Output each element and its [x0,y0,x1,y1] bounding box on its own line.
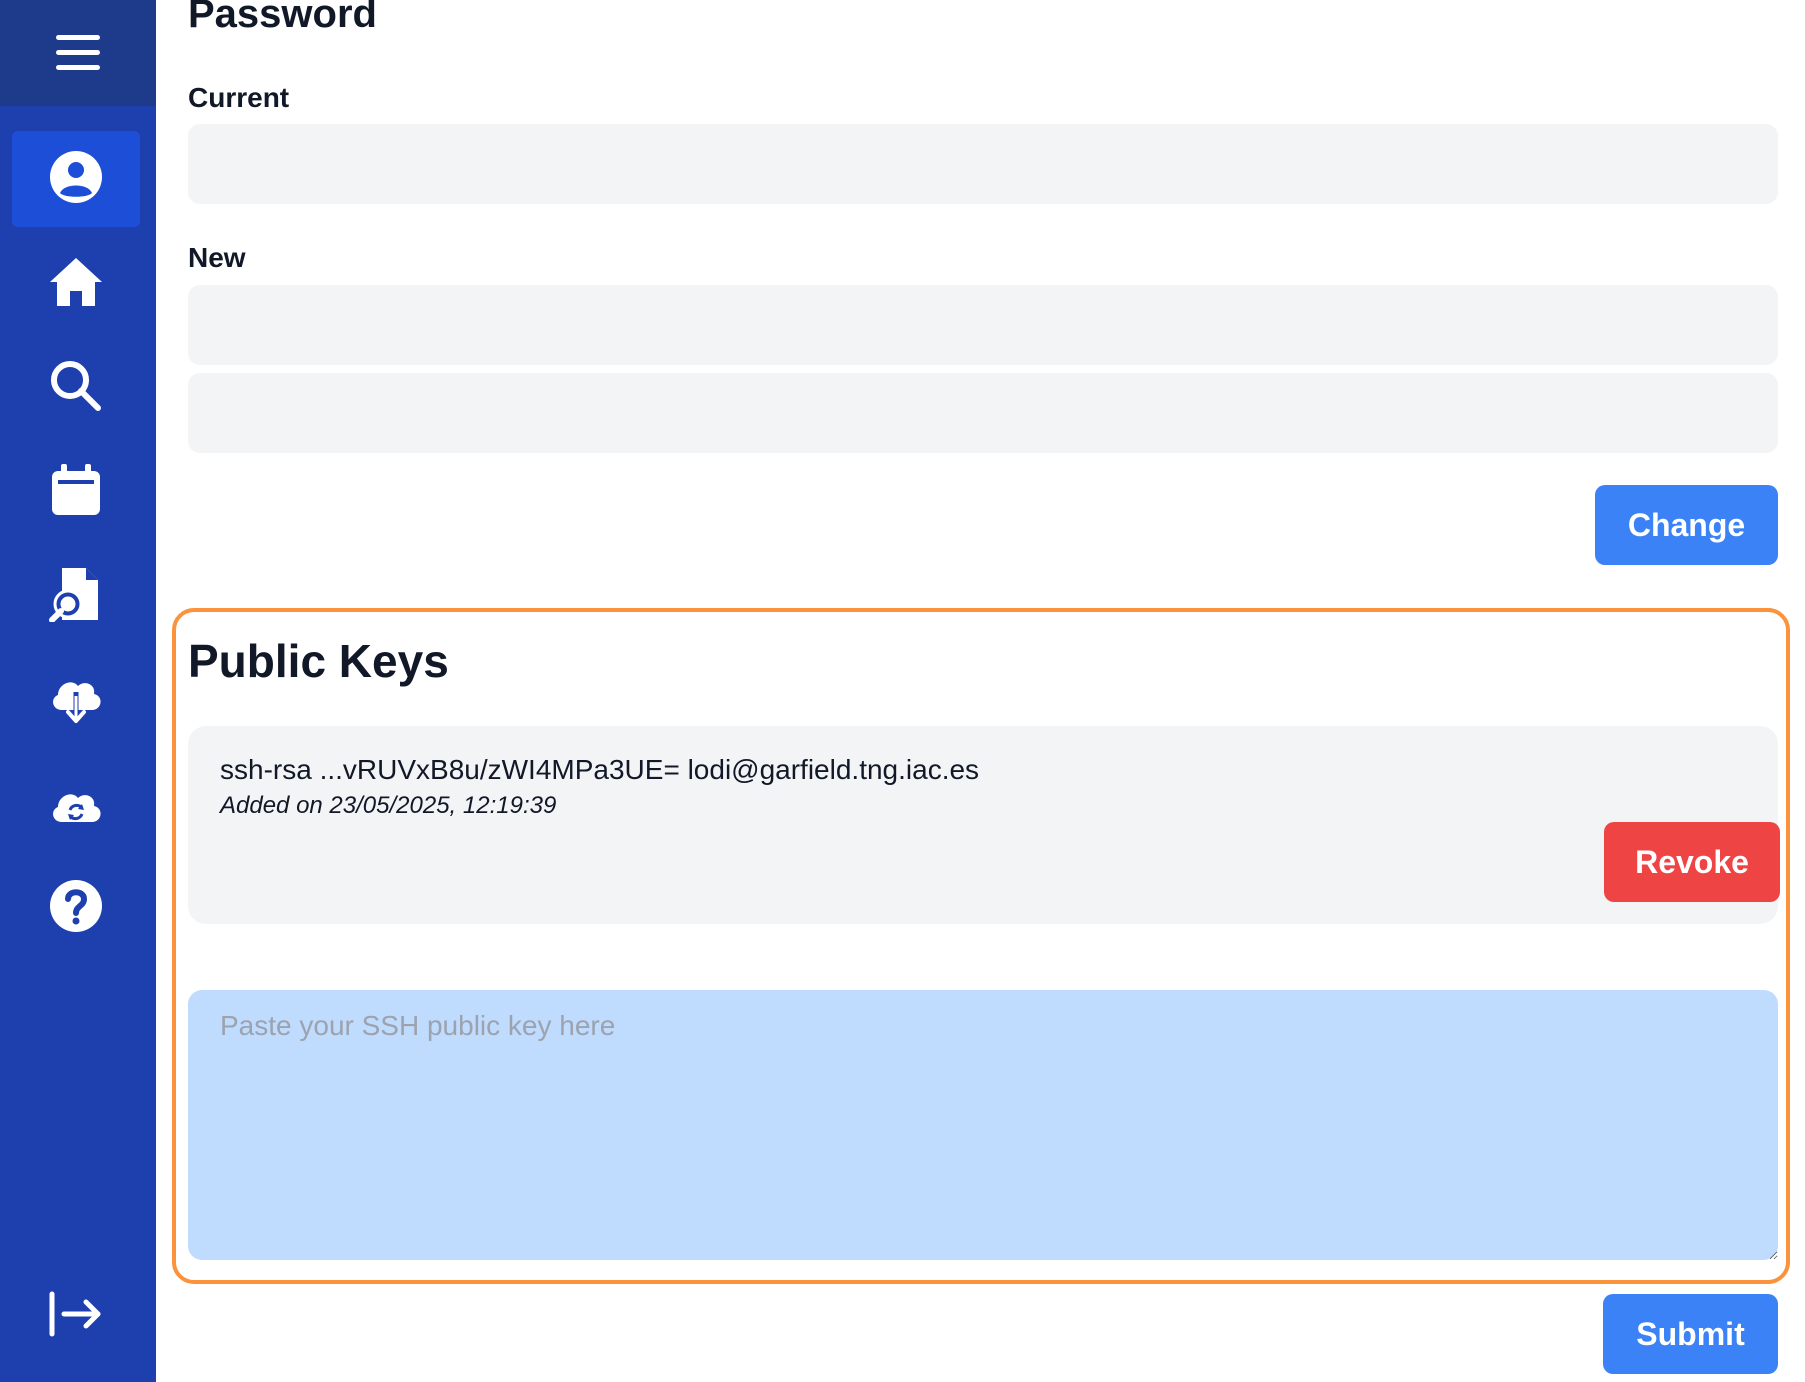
cloud-sync-icon [48,774,104,835]
public-key-value: ssh-rsa ...vRUVxB8u/zWI4MPa3UE= lodi@gar… [220,754,980,785]
search-icon [48,358,104,419]
sidebar-header [0,0,156,106]
sidebar-item-calendar[interactable] [12,444,140,540]
logout-button[interactable] [12,1268,140,1364]
sidebar-item-help[interactable] [12,860,140,956]
public-key-added-date: Added on 23/05/2025, 12:19:39 [220,792,557,819]
revoke-key-button[interactable]: Revoke [1604,822,1780,902]
main-content: Password Current New Change Public Keys … [156,0,1805,1382]
ssh-key-textarea[interactable] [188,990,1778,1260]
current-password-input[interactable] [188,124,1778,204]
public-key-card: ssh-rsa ...vRUVxB8u/zWI4MPa3UE= lodi@gar… [188,726,1780,924]
current-password-label: Current [188,82,290,113]
new-password-label: New [188,242,246,273]
hamburger-menu-icon[interactable] [54,33,102,73]
sidebar-item-search[interactable] [12,340,140,436]
calendar-icon [48,462,104,523]
password-heading: Password [188,0,377,36]
sidebar-item-file-search[interactable] [12,548,140,644]
logout-icon [48,1286,104,1347]
sidebar-item-home[interactable] [12,236,140,332]
sidebar-item-profile[interactable] [12,131,140,227]
submit-button[interactable]: Submit [1603,1294,1778,1374]
new-password-input[interactable] [188,285,1778,365]
public-keys-heading: Public Keys [188,635,449,687]
confirm-password-input[interactable] [188,373,1778,453]
help-circle-icon [48,878,104,939]
file-search-icon [48,566,104,627]
cloud-download-icon [48,670,104,731]
sidebar-item-cloud-sync[interactable] [12,756,140,852]
sidebar-item-cloud-download[interactable] [12,652,140,748]
change-password-button[interactable]: Change [1595,485,1778,565]
user-circle-icon [48,149,104,210]
home-icon [48,254,104,315]
sidebar [0,0,156,1382]
